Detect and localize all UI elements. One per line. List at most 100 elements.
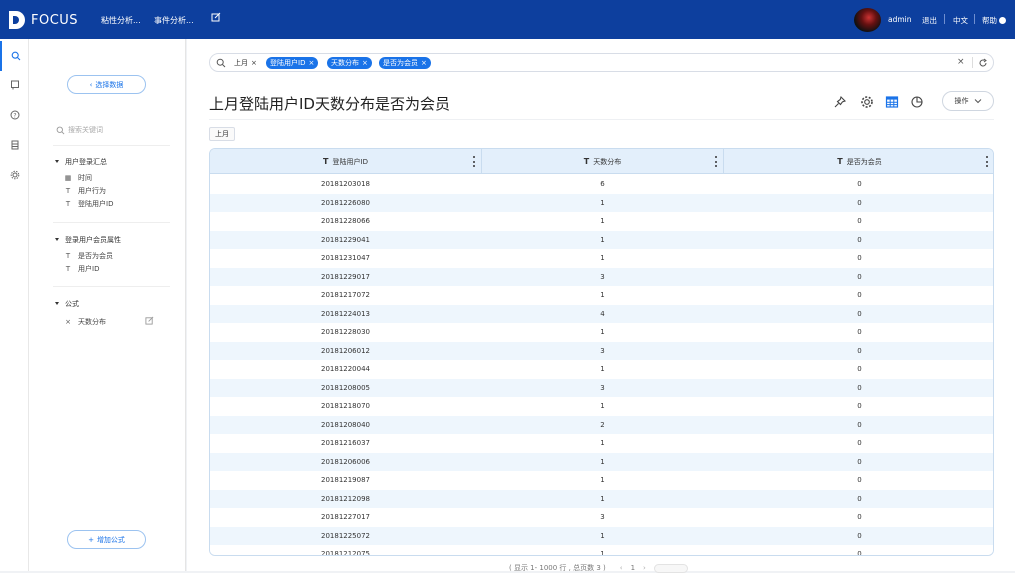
table-cell: 0 xyxy=(857,365,862,374)
group-formula[interactable]: 公式 xyxy=(55,299,79,309)
close-icon[interactable]: × xyxy=(421,59,427,67)
edit-formula-icon[interactable] xyxy=(145,316,154,327)
chip-label: 上月 xyxy=(234,59,248,67)
group-label: 公式 xyxy=(65,300,79,308)
search-icon xyxy=(216,58,226,68)
field-time[interactable]: ▦ 时间 xyxy=(63,173,92,183)
group-user-login-summary[interactable]: 用户登录汇总 xyxy=(55,157,107,167)
pagination-summary: ( 显示 1- 1000 行 , 总页数 3 ) xyxy=(509,564,606,572)
pie-chart-icon[interactable] xyxy=(909,94,925,110)
table-row[interactable]: 20181231047 1 0 xyxy=(210,249,993,268)
filter-tag-last-month[interactable]: 上月 xyxy=(209,127,235,141)
table-cell: 0 xyxy=(857,254,862,263)
table-cell: 0 xyxy=(857,309,862,318)
gear-icon[interactable] xyxy=(0,160,29,190)
field-user-id[interactable]: T 用户ID xyxy=(63,264,100,274)
chip-last-month[interactable]: 上月 × xyxy=(230,57,261,69)
operate-button[interactable]: 操作 xyxy=(942,91,994,111)
pin-icon[interactable] xyxy=(832,94,848,110)
close-icon[interactable]: × xyxy=(362,59,368,67)
text-type-icon: T xyxy=(837,157,843,166)
table-view-icon[interactable] xyxy=(884,94,900,110)
refresh-icon[interactable] xyxy=(978,58,988,68)
logout-link[interactable]: 退出 xyxy=(922,15,937,26)
sidebar-search-input[interactable]: 搜索关键词 xyxy=(56,125,103,135)
help-icon xyxy=(999,17,1006,24)
column-header-day-distribution[interactable]: T 天数分布 xyxy=(482,149,723,174)
field-user-behavior[interactable]: T 用户行为 xyxy=(63,186,106,196)
avatar[interactable] xyxy=(854,8,881,32)
search-icon[interactable] xyxy=(0,41,29,71)
help-icon[interactable]: ? xyxy=(0,100,29,130)
query-search-bar[interactable]: 上月 × 登陆用户ID × 天数分布 × 是否为会员 × × xyxy=(209,53,994,72)
clear-icon[interactable]: × xyxy=(957,57,965,67)
table-row[interactable]: 20181208040 2 0 xyxy=(210,415,993,434)
chip-day-distribution[interactable]: 天数分布 × xyxy=(327,57,372,69)
table-cell: 20181231047 xyxy=(321,254,370,263)
table-row[interactable]: 20181228066 1 0 xyxy=(210,212,993,231)
table-row[interactable]: 20181208005 3 0 xyxy=(210,378,993,397)
table-row[interactable]: 20181229041 1 0 xyxy=(210,230,993,249)
date-type-icon: ▦ xyxy=(64,174,72,182)
column-header-is-member[interactable]: T 是否为会员 xyxy=(724,149,993,174)
field-login-user-id[interactable]: T 登陆用户ID xyxy=(63,199,114,209)
table-cell: 0 xyxy=(857,383,862,392)
table-cell: 0 xyxy=(857,550,862,556)
table-cell: 20181229041 xyxy=(321,235,370,244)
table-row[interactable]: 20181203018 6 0 xyxy=(210,175,993,194)
edit-icon[interactable] xyxy=(211,12,221,25)
table-cell: 0 xyxy=(857,513,862,522)
table-row[interactable]: 20181218070 1 0 xyxy=(210,397,993,416)
table-row[interactable]: 20181227017 3 0 xyxy=(210,508,993,527)
page-jump-input[interactable] xyxy=(653,563,688,573)
table-row[interactable]: 20181212098 1 0 xyxy=(210,489,993,508)
divider xyxy=(974,14,975,24)
column-menu-icon[interactable] xyxy=(472,156,475,167)
nav-item-event-analysis[interactable]: 事件分析... xyxy=(154,15,194,26)
field-day-distribution[interactable]: × 天数分布 xyxy=(63,317,106,327)
add-formula-button[interactable]: + 增加公式 xyxy=(67,530,146,549)
table-cell: 1 xyxy=(600,291,605,300)
column-menu-icon[interactable] xyxy=(985,156,988,167)
table-cell: 0 xyxy=(857,198,862,207)
logo[interactable]: FOCUS xyxy=(9,11,78,29)
language-link[interactable]: 中文 xyxy=(953,15,968,26)
table-cell: 20181229017 xyxy=(321,272,370,281)
gear-icon[interactable] xyxy=(859,94,875,110)
group-member-attributes[interactable]: 登录用户会员属性 xyxy=(55,235,121,245)
chip-login-user-id[interactable]: 登陆用户ID × xyxy=(266,57,319,69)
table-row[interactable]: 20181206012 3 0 xyxy=(210,341,993,360)
database-icon[interactable] xyxy=(0,130,29,160)
chip-is-member[interactable]: 是否为会员 × xyxy=(379,57,431,69)
table-row[interactable]: 20181228030 1 0 xyxy=(210,323,993,342)
table-row[interactable]: 20181216037 1 0 xyxy=(210,434,993,453)
table-cell: 20181212075 xyxy=(321,550,370,556)
field-is-member[interactable]: T 是否为会员 xyxy=(63,251,113,261)
table-row[interactable]: 20181229017 3 0 xyxy=(210,267,993,286)
table-row[interactable]: 20181226080 1 0 xyxy=(210,193,993,212)
close-icon[interactable]: × xyxy=(308,59,314,67)
table-cell: 6 xyxy=(600,180,605,189)
help-link[interactable]: 帮助 xyxy=(982,15,1006,26)
nav-item-sticky-analysis[interactable]: 粘性分析... xyxy=(101,15,141,26)
table-cell: 20181206006 xyxy=(321,457,370,466)
data-sidebar: ‹ 选择数据 搜索关键词 用户登录汇总 ▦ 时间 T 用户行为 T 登陆用户ID 登录… xyxy=(29,39,186,571)
column-header-login-user-id[interactable]: T 登陆用户ID xyxy=(210,149,481,174)
column-menu-icon[interactable] xyxy=(714,156,717,167)
table-row[interactable]: 20181217072 1 0 xyxy=(210,286,993,305)
table-row[interactable]: 20181220044 1 0 xyxy=(210,360,993,379)
table-cell: 1 xyxy=(600,328,605,337)
page-title: 上月登陆用户ID天数分布是否为会员 xyxy=(209,95,450,113)
table-cell: 20181206012 xyxy=(321,346,370,355)
table-row[interactable]: 20181224013 4 0 xyxy=(210,304,993,323)
close-icon[interactable]: × xyxy=(251,59,257,67)
table-row[interactable]: 20181212075 1 0 xyxy=(210,545,993,556)
table-row[interactable]: 20181225072 1 0 xyxy=(210,526,993,545)
text-type-icon: T xyxy=(65,252,71,260)
bookmark-icon[interactable] xyxy=(0,70,29,100)
table-row[interactable]: 20181219087 1 0 xyxy=(210,471,993,490)
select-data-button[interactable]: ‹ 选择数据 xyxy=(67,75,146,94)
username[interactable]: admin xyxy=(888,15,912,24)
table-header: T 登陆用户ID T 天数分布 T 是否为会员 xyxy=(210,149,993,174)
table-row[interactable]: 20181206006 1 0 xyxy=(210,452,993,471)
